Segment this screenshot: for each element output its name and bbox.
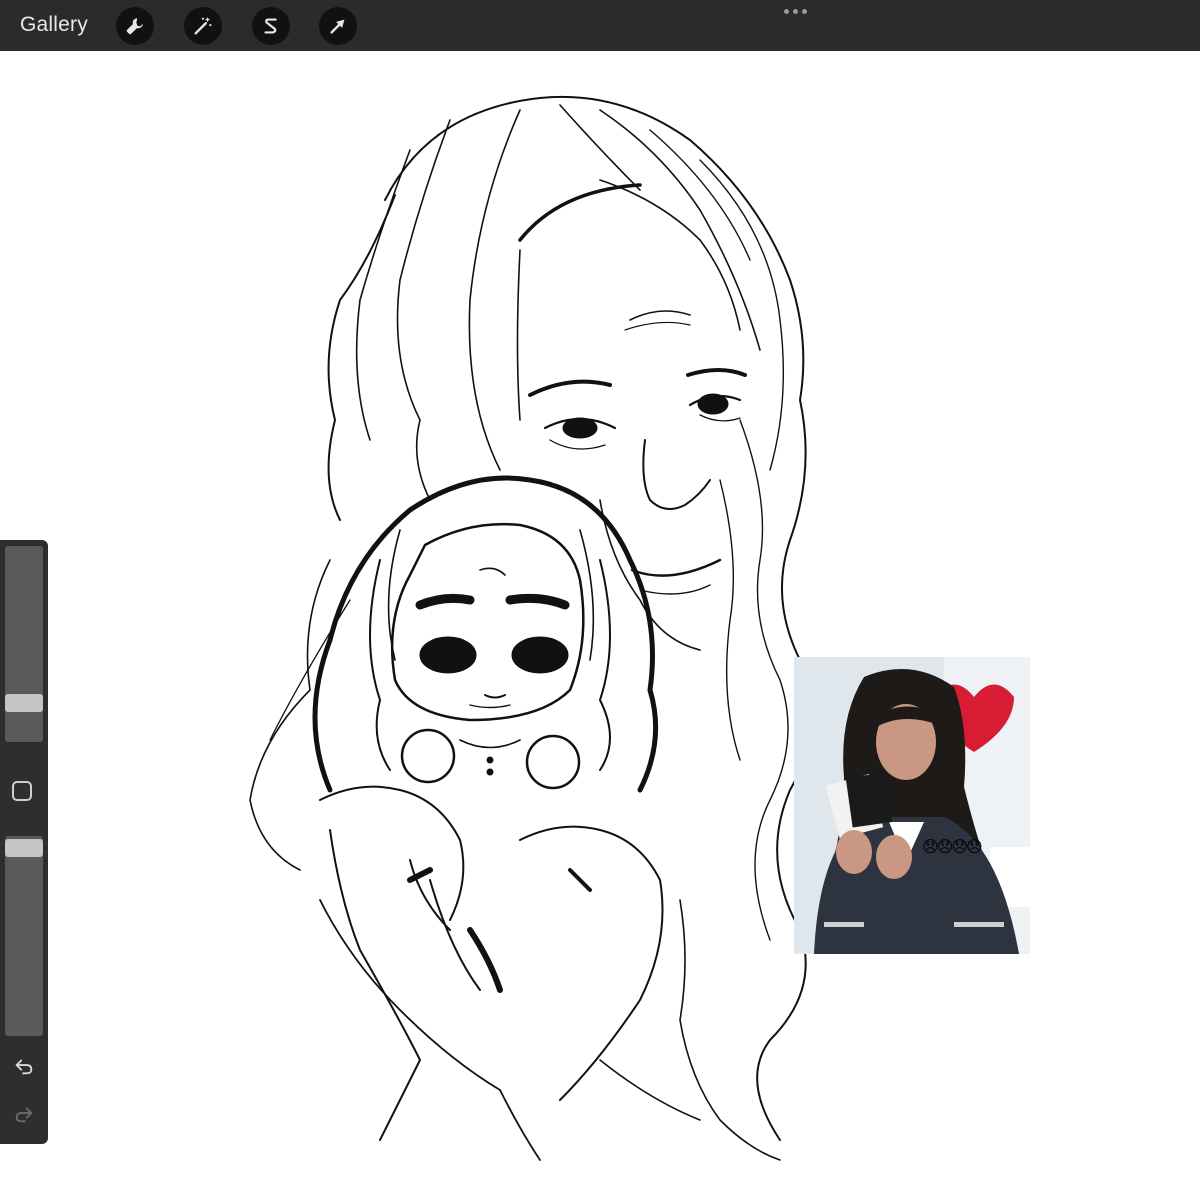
- redo-button[interactable]: [10, 1100, 38, 1128]
- reference-photo-image: [794, 657, 1030, 954]
- opacity-thumb[interactable]: [5, 839, 43, 857]
- magic-wand-icon: [194, 16, 212, 35]
- redo-icon: [15, 1107, 33, 1123]
- square-modifier-icon[interactable]: [12, 781, 32, 801]
- brush-size-thumb[interactable]: [5, 694, 43, 712]
- adjustments-button[interactable]: [184, 7, 222, 45]
- opacity-slider[interactable]: [5, 836, 43, 1036]
- line-art-drawing: [249, 95, 814, 1161]
- selection-button[interactable]: [252, 7, 290, 45]
- selection-s-icon: [264, 18, 277, 34]
- reference-photo[interactable]: 😞😞😞😞: [794, 657, 1030, 954]
- wrench-icon: [126, 18, 143, 35]
- transform-arrow-icon: [330, 19, 345, 34]
- emoji-row: 😞😞😞😞: [922, 837, 983, 856]
- undo-icon: [15, 1059, 33, 1075]
- drawing-canvas[interactable]: 😞😞😞😞: [0, 51, 1200, 1197]
- gallery-button[interactable]: Gallery: [20, 13, 88, 37]
- actions-button[interactable]: [116, 7, 154, 45]
- brush-size-slider[interactable]: [5, 546, 43, 742]
- brush-sidebar: [0, 540, 48, 1144]
- top-toolbar: Gallery: [0, 0, 1200, 51]
- transform-button[interactable]: [319, 7, 357, 45]
- more-dots-icon[interactable]: [784, 9, 807, 14]
- undo-button[interactable]: [10, 1052, 38, 1080]
